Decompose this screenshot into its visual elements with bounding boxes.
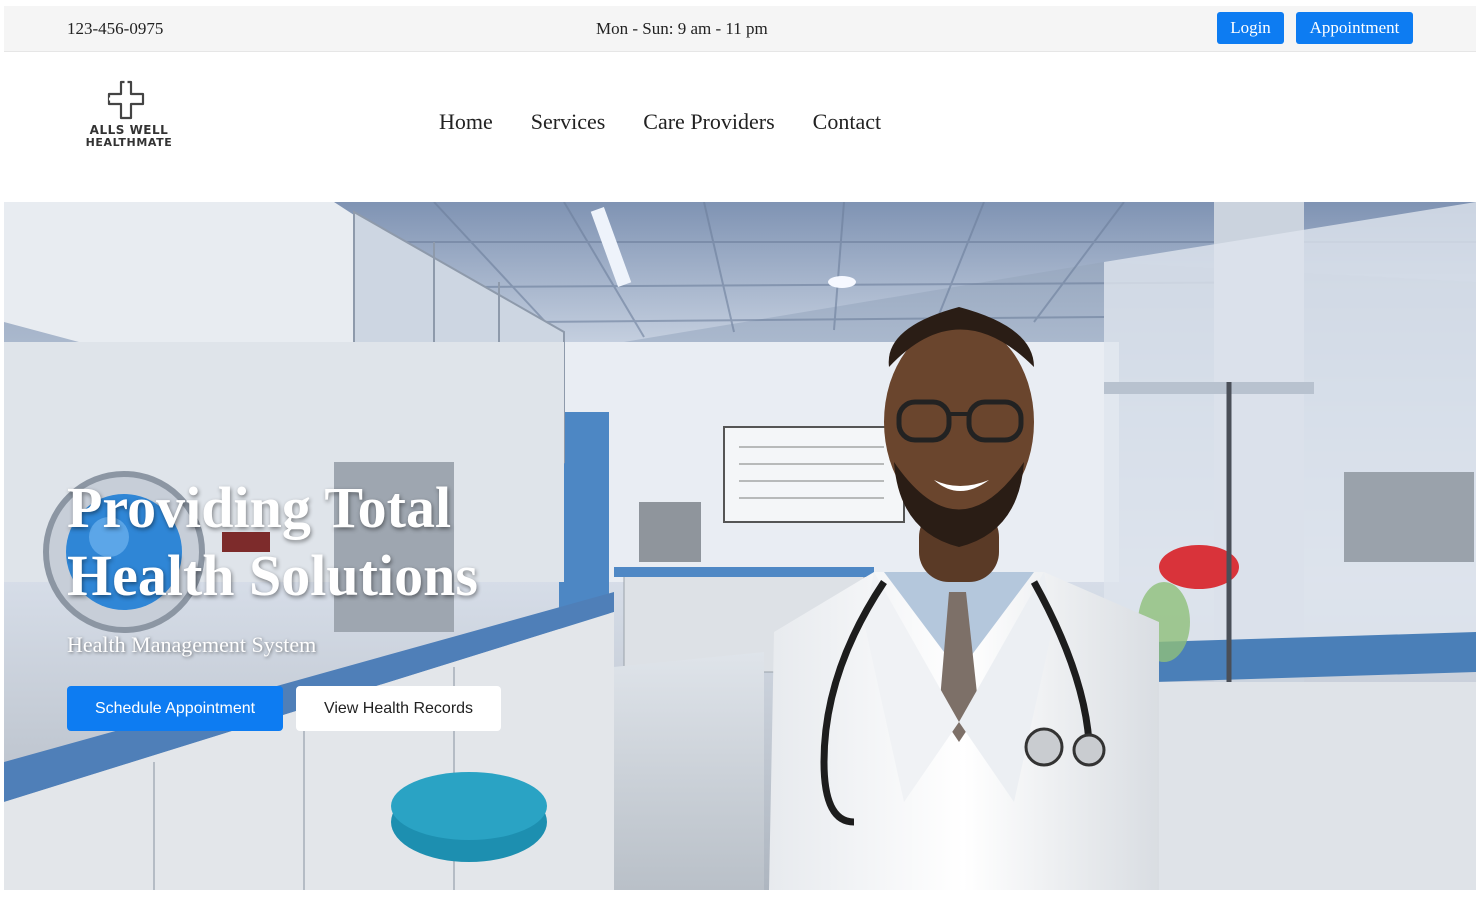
top-info-bar: 123-456-0975 Mon - Sun: 9 am - 11 pm Log…: [4, 6, 1476, 52]
medical-cross-icon: [107, 80, 145, 120]
view-health-records-button[interactable]: View Health Records: [296, 686, 501, 731]
brand-name-line2: HEALTHMATE: [85, 136, 173, 149]
nav-care-providers[interactable]: Care Providers: [643, 109, 774, 135]
primary-nav: Home Services Care Providers Contact: [439, 109, 919, 135]
phone-number[interactable]: 123-456-0975: [67, 19, 163, 39]
brand-logo[interactable]: ALLS WELL HEALTHMATE: [84, 79, 174, 155]
schedule-appointment-button[interactable]: Schedule Appointment: [67, 686, 283, 731]
opening-hours: Mon - Sun: 9 am - 11 pm: [596, 19, 768, 38]
main-navbar: ALLS WELL HEALTHMATE Home Services Care …: [4, 53, 1476, 202]
login-button[interactable]: Login: [1217, 12, 1284, 44]
hero-title: Providing Total Health Solutions: [67, 475, 478, 608]
nav-home[interactable]: Home: [439, 109, 493, 135]
brand-name-line1: ALLS WELL: [89, 123, 169, 137]
nav-contact[interactable]: Contact: [813, 109, 881, 135]
hero-section: Providing Total Health Solutions Health …: [4, 202, 1476, 890]
page-frame: 123-456-0975 Mon - Sun: 9 am - 11 pm Log…: [4, 6, 1476, 890]
hero-subtitle: Health Management System: [67, 632, 317, 657]
appointment-button[interactable]: Appointment: [1296, 12, 1413, 44]
nav-services[interactable]: Services: [531, 109, 606, 135]
